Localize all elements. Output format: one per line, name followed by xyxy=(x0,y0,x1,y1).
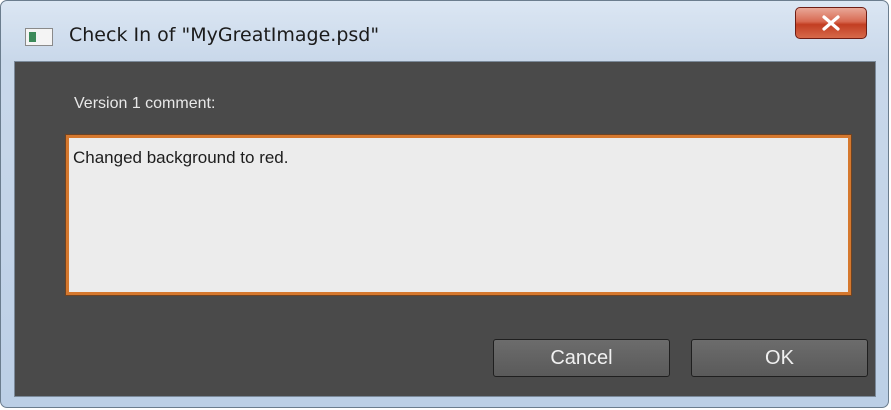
check-in-dialog-window: Check In of "MyGreatImage.psd" Version 1… xyxy=(0,0,889,408)
title-bar[interactable]: Check In of "MyGreatImage.psd" xyxy=(1,1,888,61)
ok-button[interactable]: OK xyxy=(691,339,868,377)
dialog-body: Version 1 comment: Changed background to… xyxy=(14,61,876,397)
app-window-icon xyxy=(25,28,53,46)
version-comment-field[interactable]: Changed background to red. xyxy=(66,135,851,295)
close-button[interactable] xyxy=(795,7,867,39)
close-icon xyxy=(822,15,840,31)
cancel-button[interactable]: Cancel xyxy=(493,339,670,377)
version-comment-label: Version 1 comment: xyxy=(74,95,216,112)
window-title: Check In of "MyGreatImage.psd" xyxy=(69,24,380,46)
